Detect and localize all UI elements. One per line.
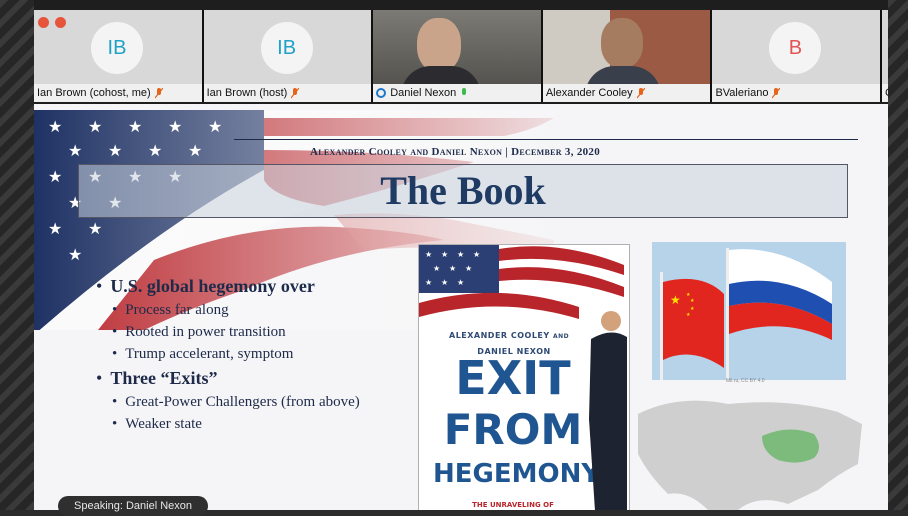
- hand-icon[interactable]: [38, 17, 49, 28]
- background-pattern-right: [888, 0, 908, 510]
- svg-text:★: ★: [68, 245, 82, 264]
- svg-text:★: ★: [168, 117, 182, 136]
- svg-text:★: ★: [128, 117, 142, 136]
- participant-name: Ian Brown (host): [206, 87, 288, 99]
- svg-text:★: ★: [457, 250, 464, 259]
- muted-mic-icon: [772, 87, 781, 98]
- participant-name-bar: Ian Brown (cohost, me): [34, 84, 202, 102]
- muted-mic-icon: [291, 87, 300, 98]
- participant-name-bar: Daniel Nexon: [373, 84, 541, 102]
- svg-text:★: ★: [457, 278, 464, 287]
- participant-name-bar: C: [882, 84, 889, 102]
- bullet-list: U.S. global hegemony over Process far al…: [96, 276, 360, 438]
- participant-tile[interactable]: IB Ian Brown (cohost, me): [34, 10, 202, 102]
- svg-text:★: ★: [670, 293, 681, 307]
- participant-video-tile[interactable]: Alexander Cooley: [542, 10, 711, 102]
- participant-tile[interactable]: B BValeriano: [712, 10, 881, 102]
- svg-text:★: ★: [48, 167, 62, 186]
- cover-author-conjunction: AND: [552, 333, 570, 340]
- participant-name-bar: Ian Brown (host): [203, 84, 372, 102]
- background-pattern-left: [0, 0, 34, 510]
- participant-strip: IB Ian Brown (cohost, me) IB Ian Brown (…: [34, 10, 889, 102]
- muted-mic-icon: [154, 87, 163, 98]
- participant-name: Ian Brown (cohost, me): [37, 87, 151, 99]
- authors-line: Alexander Cooley and Daniel Nexon | Dece…: [310, 146, 601, 158]
- muted-mic-icon: [636, 87, 645, 98]
- world-map-image: [638, 400, 862, 510]
- svg-text:★: ★: [441, 278, 448, 287]
- svg-text:★: ★: [441, 250, 448, 259]
- avatar: B: [769, 22, 822, 74]
- mic-icon: [462, 87, 467, 95]
- svg-text:★: ★: [449, 264, 456, 273]
- sub-bullet-item: Weaker state: [112, 416, 360, 433]
- participant-tile[interactable]: C: [882, 10, 889, 102]
- svg-text:★: ★: [473, 250, 480, 259]
- svg-text:★: ★: [425, 250, 432, 259]
- avatar: IB: [91, 22, 143, 74]
- cover-figure: [589, 311, 627, 510]
- participant-name: Daniel Nexon: [390, 87, 457, 99]
- svg-text:★: ★: [48, 219, 62, 238]
- book-cover-image: ★ ★ ★ ★ ★ ★ ★ ★ ★ ★ ALEXANDER COOLEY AND DANIEL N…: [418, 244, 630, 510]
- participant-name: Alexander Cooley: [545, 87, 633, 99]
- cover-title-line: HEGEMONY: [433, 459, 601, 489]
- china-russia-flags-photo: ★ ★★★★: [652, 242, 846, 380]
- slide-title: The Book: [380, 168, 546, 213]
- bullet-item: Three “Exits”: [96, 368, 360, 389]
- avatar: IB: [260, 22, 313, 74]
- svg-text:★: ★: [148, 141, 162, 160]
- sub-bullet-item: Process far along: [112, 302, 360, 319]
- svg-text:★: ★: [108, 141, 122, 160]
- svg-text:★: ★: [690, 298, 695, 304]
- cover-title-line: FROM: [443, 405, 583, 454]
- participant-tile[interactable]: IB Ian Brown (host): [203, 10, 372, 102]
- cover-title-line: EXIT: [455, 351, 571, 405]
- participant-video-face: [600, 18, 643, 68]
- speaking-indicator: Speaking: Daniel Nexon: [58, 496, 209, 516]
- record-icon[interactable]: [55, 17, 66, 28]
- svg-text:★: ★: [48, 117, 62, 136]
- photo-credit: Mil.ru, CC BY 4.0: [726, 378, 765, 384]
- svg-text:★: ★: [425, 278, 432, 287]
- sub-bullet-item: Great-Power Challengers (from above): [112, 394, 360, 411]
- participant-video-tile[interactable]: Daniel Nexon: [373, 10, 541, 102]
- bullet-item: U.S. global hegemony over: [96, 276, 360, 297]
- cover-subtitle: THE UNRAVELING OF: [472, 501, 554, 509]
- svg-text:★: ★: [208, 117, 222, 136]
- shared-screen-slide: ★★★★★ ★★★★ ★★★★ ★★ ★★ ★ Alexander Cooley…: [34, 104, 888, 510]
- svg-text:★: ★: [68, 141, 82, 160]
- participant-name: C: [885, 84, 888, 102]
- svg-text:★: ★: [188, 141, 202, 160]
- participant-video-face: [417, 18, 462, 72]
- tile-controls: [38, 17, 66, 28]
- svg-text:★: ★: [465, 264, 472, 273]
- svg-text:★: ★: [433, 264, 440, 273]
- participant-name: BValeriano: [715, 87, 769, 99]
- sub-bullet-item: Trump accelerant, symptom: [112, 346, 360, 363]
- svg-text:★: ★: [686, 312, 691, 318]
- header-rule: [234, 139, 858, 140]
- svg-text:★: ★: [88, 219, 102, 238]
- cover-author: ALEXANDER COOLEY: [449, 331, 550, 340]
- participant-name-bar: BValeriano: [712, 84, 881, 102]
- participant-name-bar: Alexander Cooley: [542, 84, 711, 102]
- svg-text:★: ★: [690, 306, 695, 312]
- loading-icon: [376, 88, 387, 98]
- svg-text:★: ★: [88, 117, 102, 136]
- sub-bullet-item: Rooted in power transition: [112, 324, 360, 341]
